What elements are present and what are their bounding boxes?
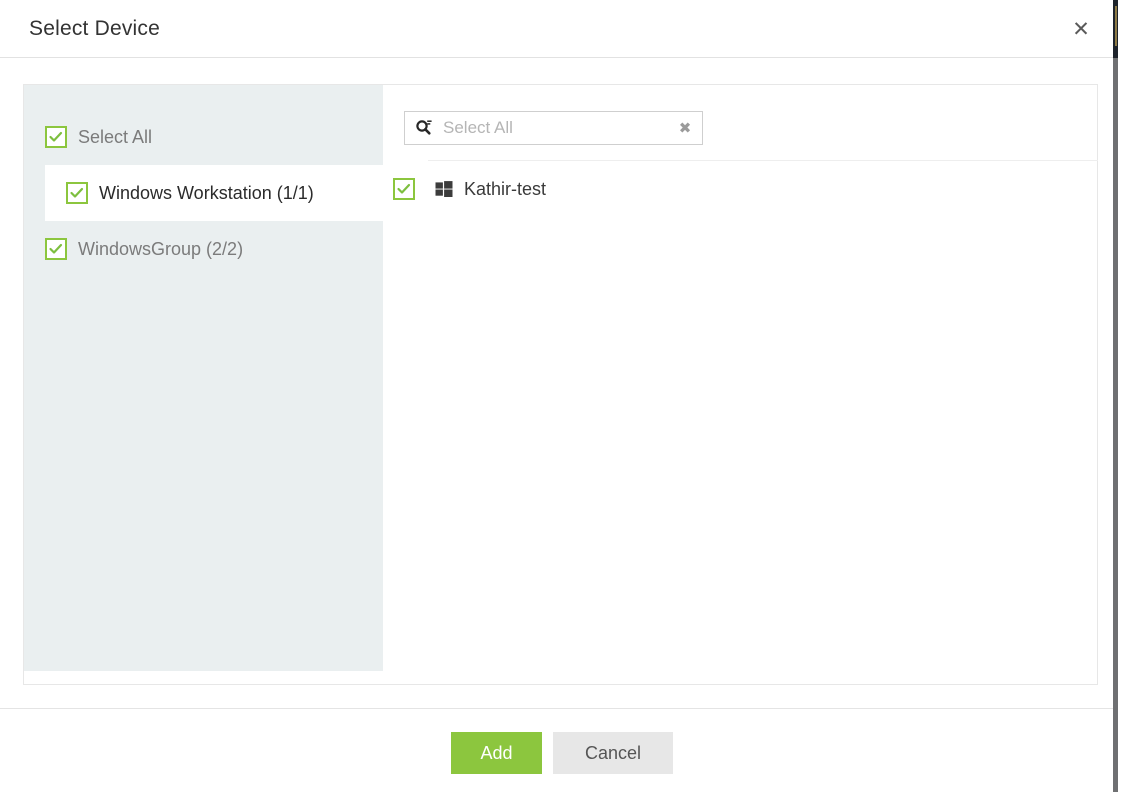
windows-logo-icon — [435, 180, 453, 198]
footer-button-group: Add Cancel — [451, 732, 673, 774]
cancel-button[interactable]: Cancel — [553, 732, 673, 774]
device-checkbox-kathir-test[interactable] — [393, 178, 415, 200]
add-button[interactable]: Add — [451, 732, 542, 774]
group-list-panel: Select All Windows Workstation (1/1) Win… — [24, 85, 383, 671]
page-title: Select Device — [29, 17, 160, 40]
dialog-footer: Add Cancel — [0, 708, 1118, 792]
device-search-box[interactable]: ✖ — [404, 111, 703, 145]
clear-icon[interactable]: ✖ — [673, 118, 697, 138]
dialog-header: Select Device ✕ — [0, 0, 1118, 58]
group-item-label: WindowsGroup (2/2) — [78, 238, 244, 259]
list-item[interactable]: Kathir-test — [393, 178, 546, 200]
group-checkbox-windowsgroup[interactable] — [45, 238, 67, 260]
device-list-panel: ✖ — [383, 85, 1098, 684]
device-label: Kathir-test — [464, 178, 547, 199]
window-edge-accent — [1115, 6, 1117, 46]
window-right-edge — [1113, 0, 1118, 792]
device-selector-content: Select All Windows Workstation (1/1) Win… — [23, 84, 1098, 685]
search-icon — [414, 118, 434, 138]
group-item-windowsgroup[interactable]: WindowsGroup (2/2) — [24, 221, 383, 277]
dialog-body: Select All Windows Workstation (1/1) Win… — [0, 58, 1118, 708]
group-item-label: Windows Workstation (1/1) — [99, 182, 314, 203]
search-divider — [428, 160, 1098, 161]
group-checkbox-windows-workstation[interactable] — [66, 182, 88, 204]
group-item-label: Select All — [78, 126, 153, 147]
group-item-windows-workstation[interactable]: Windows Workstation (1/1) — [45, 165, 383, 221]
group-checkbox-select-all[interactable] — [45, 126, 67, 148]
search-input[interactable] — [441, 117, 673, 139]
close-icon[interactable]: ✕ — [1068, 16, 1094, 42]
group-item-select-all[interactable]: Select All — [24, 109, 383, 165]
select-device-dialog: Select Device ✕ Select All Windows Works… — [0, 0, 1118, 792]
